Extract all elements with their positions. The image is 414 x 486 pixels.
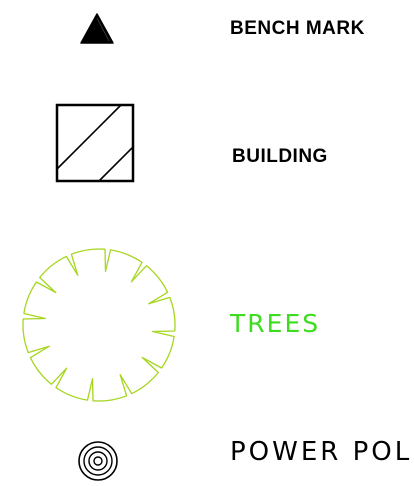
legend-row-power-pole: POWER POLE [0, 425, 414, 486]
tree-canopy-icon [22, 248, 176, 402]
hatched-square-icon [55, 103, 135, 183]
legend-label-building: BUILDING [232, 146, 328, 167]
legend-row-bench-mark: BENCH MARK [0, 0, 414, 60]
legend-row-building: BUILDING [0, 95, 414, 195]
concentric-circles-icon [78, 441, 118, 481]
legend-row-trees: TREES [0, 240, 414, 410]
legend-label-trees: TREES [230, 309, 321, 338]
triangle-filled-icon [80, 13, 114, 44]
legend-label-power-pole: POWER POLE [230, 437, 414, 467]
map-legend: BENCH MARK BUILDING TREES POWER POLE [0, 0, 414, 486]
legend-label-bench-mark: BENCH MARK [230, 18, 365, 39]
tree-canopy-outline [22, 248, 176, 402]
